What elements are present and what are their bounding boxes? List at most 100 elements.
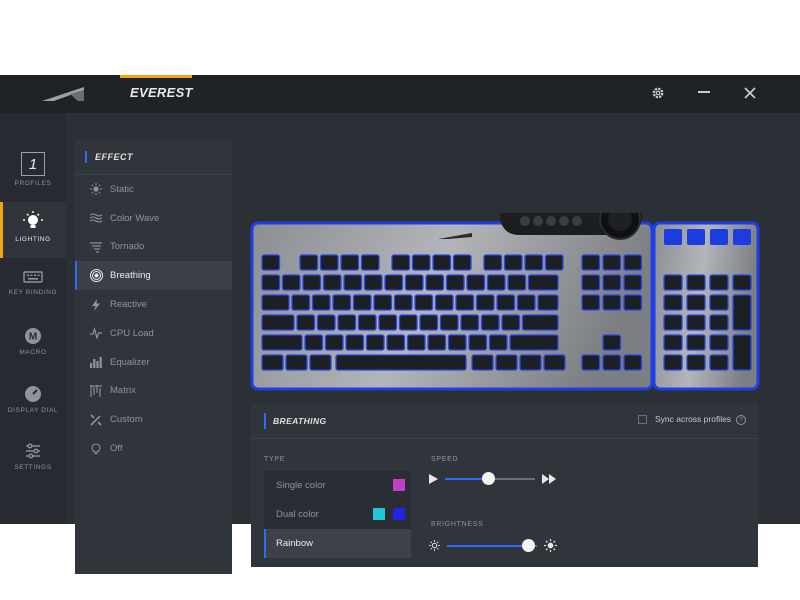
sync-checkbox[interactable] <box>638 414 647 424</box>
key <box>483 254 503 271</box>
effect-off[interactable]: Off <box>75 434 232 463</box>
key-nav <box>581 354 601 371</box>
nav-profiles[interactable]: 1 PROFILES <box>0 146 66 198</box>
nav-lighting[interactable]: LIGHTING <box>0 202 66 258</box>
effect-equalizer[interactable]: Equalizer <box>75 348 232 377</box>
key <box>352 294 372 311</box>
profile-number: 1 <box>21 152 45 176</box>
numpad-key <box>663 354 683 371</box>
key <box>460 314 480 331</box>
sun-icon <box>89 182 103 196</box>
effect-static[interactable]: Static <box>75 175 232 204</box>
type-label-text: Rainbow <box>276 538 313 549</box>
nav-label: PROFILES <box>14 180 52 187</box>
speed-slider-thumb[interactable] <box>482 472 496 485</box>
key <box>404 274 424 291</box>
brightness-slider-fill <box>447 544 528 547</box>
key <box>285 354 308 371</box>
wave-icon <box>89 211 103 225</box>
key-nav <box>602 294 622 311</box>
key <box>411 254 431 271</box>
pulse-icon <box>89 326 103 340</box>
type-rainbow[interactable]: Rainbow <box>264 529 411 558</box>
type-label-text: Dual color <box>276 509 319 520</box>
key <box>434 294 454 311</box>
nav-display-dial[interactable]: DISPLAY DIAL <box>0 379 66 431</box>
effect-label: CPU Load <box>110 327 154 339</box>
effect-tornado[interactable]: Tornado <box>75 233 232 262</box>
color-swatch-second[interactable] <box>393 508 405 520</box>
type-single-color[interactable]: Single color <box>264 471 411 500</box>
numpad-key <box>663 294 683 311</box>
brightness-slider[interactable] <box>447 538 537 552</box>
brightness-high-icon <box>544 539 557 552</box>
sliders-icon <box>26 443 40 459</box>
minimize-button[interactable] <box>694 83 714 103</box>
panel-title: BREATHING <box>273 416 327 426</box>
tornado-icon <box>89 240 103 254</box>
key <box>602 254 622 271</box>
key <box>304 334 324 351</box>
nav-key-binding[interactable]: KEY BINDING <box>0 263 66 315</box>
speed-slider[interactable] <box>445 472 535 485</box>
nav-macro[interactable]: M MACRO <box>0 321 66 373</box>
effect-custom[interactable]: Custom <box>75 405 232 434</box>
close-button[interactable] <box>740 83 760 103</box>
macro-icon: M <box>25 328 41 344</box>
effect-reactive[interactable]: Reactive <box>75 290 232 319</box>
help-icon[interactable]: ? <box>736 415 746 425</box>
numpad-key <box>732 274 752 291</box>
settings-button[interactable] <box>648 83 668 103</box>
off-bulb-icon <box>89 442 103 456</box>
numpad-macro-key <box>710 229 728 245</box>
brand-logo <box>42 87 84 101</box>
key <box>507 274 527 291</box>
key <box>475 294 495 311</box>
effect-label: Custom <box>110 414 143 426</box>
key <box>414 294 434 311</box>
key <box>393 294 413 311</box>
key <box>496 294 516 311</box>
key <box>343 274 363 291</box>
numpad-key <box>686 314 706 331</box>
brightness-low-icon <box>429 540 440 551</box>
effect-breathing[interactable]: Breathing <box>75 261 232 291</box>
nav-label: DISPLAY DIAL <box>7 407 59 414</box>
key <box>365 334 385 351</box>
sync-label: Sync across profiles <box>655 414 732 424</box>
effect-color-wave[interactable]: Color Wave <box>75 204 232 233</box>
key <box>311 294 331 311</box>
numpad-key <box>663 274 683 291</box>
brightness-slider-thumb[interactable] <box>522 538 535 552</box>
sync-profiles-toggle[interactable]: Sync across profiles <box>638 414 731 424</box>
key-wide <box>509 334 559 351</box>
effect-cpu-load[interactable]: CPU Load <box>75 319 232 348</box>
type-label: TYPE <box>264 456 286 463</box>
dial-icon <box>25 386 41 402</box>
close-icon <box>744 87 756 99</box>
type-dual-color[interactable]: Dual color <box>264 500 411 529</box>
media-key <box>572 216 582 226</box>
key <box>319 254 339 271</box>
color-swatch[interactable] <box>393 479 405 491</box>
bolt-icon <box>89 298 103 312</box>
key <box>378 314 398 331</box>
key <box>432 254 452 271</box>
key <box>581 254 601 271</box>
key <box>419 314 439 331</box>
numpad-key <box>709 274 729 291</box>
side-navigation: 1 PROFILES LIGHTING KEY BINDING M MACRO … <box>0 113 66 524</box>
key <box>445 274 465 291</box>
key-nav <box>581 274 601 291</box>
app-window: EVEREST 1 PROFILES LIGHTING KEY BINDING … <box>0 75 800 574</box>
key <box>324 334 344 351</box>
numpad-enter <box>732 334 752 371</box>
color-swatch-first[interactable] <box>373 508 385 520</box>
nav-settings[interactable]: SETTINGS <box>0 436 66 488</box>
custom-icon <box>89 413 103 427</box>
effect-matrix[interactable]: Matrix <box>75 377 232 406</box>
key <box>261 274 281 291</box>
nav-label: LIGHTING <box>15 236 51 243</box>
numpad-key <box>709 314 729 331</box>
key <box>302 274 322 291</box>
